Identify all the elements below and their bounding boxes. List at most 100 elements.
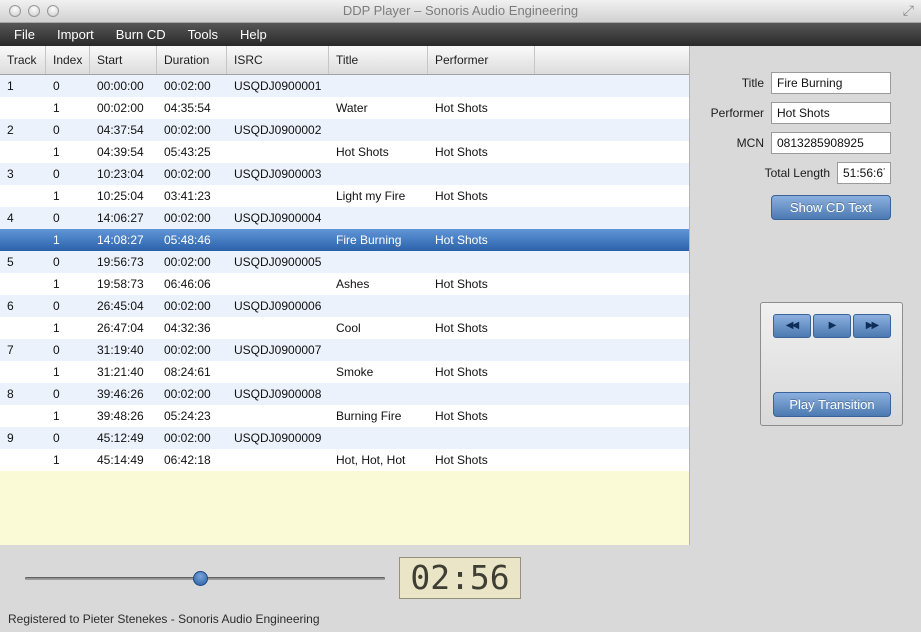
cell-isrc <box>227 229 329 251</box>
column-header-track[interactable]: Track <box>0 46 46 74</box>
total-length-field[interactable] <box>837 162 891 184</box>
minimize-button-icon[interactable] <box>28 5 40 17</box>
play-button[interactable]: ▶ <box>813 314 851 338</box>
track-row[interactable]: 139:48:2605:24:23Burning FireHot Shots <box>0 405 689 427</box>
cell-duration: 05:24:23 <box>157 405 227 427</box>
track-row[interactable]: 6026:45:0400:02:00USQDJ0900006 <box>0 295 689 317</box>
column-header-duration[interactable]: Duration <box>157 46 227 74</box>
cell-index: 1 <box>46 141 90 163</box>
cell-start: 00:00:00 <box>90 75 157 97</box>
cell-duration: 00:02:00 <box>157 427 227 449</box>
cell-duration: 08:24:61 <box>157 361 227 383</box>
cell-title <box>329 207 428 229</box>
cell-index: 1 <box>46 273 90 295</box>
cell-filler <box>535 273 689 295</box>
track-row[interactable]: 8039:46:2600:02:00USQDJ0900008 <box>0 383 689 405</box>
cell-track <box>0 141 46 163</box>
slider-thumb[interactable] <box>193 571 208 586</box>
forward-button[interactable]: ▶▶ <box>853 314 891 338</box>
track-row[interactable]: 7031:19:4000:02:00USQDJ0900007 <box>0 339 689 361</box>
play-transition-button[interactable]: Play Transition <box>773 392 891 417</box>
status-bar: Registered to Pieter Stenekes - Sonoris … <box>0 608 921 632</box>
track-row[interactable]: 119:58:7306:46:06AshesHot Shots <box>0 273 689 295</box>
cell-index: 0 <box>46 75 90 97</box>
cell-performer <box>428 427 535 449</box>
cell-isrc: USQDJ0900005 <box>227 251 329 273</box>
menu-item-burn-cd[interactable]: Burn CD <box>105 23 177 46</box>
menu-item-tools[interactable]: Tools <box>177 23 229 46</box>
track-row[interactable]: 9045:12:4900:02:00USQDJ0900009 <box>0 427 689 449</box>
cell-track <box>0 185 46 207</box>
track-row[interactable]: 131:21:4008:24:61SmokeHot Shots <box>0 361 689 383</box>
track-row[interactable]: 1000:00:0000:02:00USQDJ0900001 <box>0 75 689 97</box>
cell-isrc: USQDJ0900004 <box>227 207 329 229</box>
column-header-title[interactable]: Title <box>329 46 428 74</box>
cell-start: 26:47:04 <box>90 317 157 339</box>
track-row[interactable]: 4014:06:2700:02:00USQDJ0900004 <box>0 207 689 229</box>
cell-performer <box>428 119 535 141</box>
track-row[interactable]: 100:02:0004:35:54WaterHot Shots <box>0 97 689 119</box>
zoom-button-icon[interactable] <box>47 5 59 17</box>
column-header-performer[interactable]: Performer <box>428 46 535 74</box>
track-row[interactable]: 110:25:0403:41:23Light my FireHot Shots <box>0 185 689 207</box>
performer-field[interactable] <box>771 102 891 124</box>
mcn-field-row: MCN <box>700 132 891 154</box>
rewind-button[interactable]: ◀◀ <box>773 314 811 338</box>
cell-title <box>329 295 428 317</box>
cell-duration: 03:41:23 <box>157 185 227 207</box>
mcn-label: MCN <box>737 136 764 150</box>
cell-title <box>329 339 428 361</box>
title-bar: DDP Player – Sonoris Audio Engineering ⤢ <box>0 0 921 23</box>
menu-item-help[interactable]: Help <box>229 23 278 46</box>
seek-slider[interactable] <box>25 571 385 586</box>
close-button-icon[interactable] <box>9 5 21 17</box>
cell-isrc <box>227 405 329 427</box>
track-table: TrackIndexStartDurationISRCTitlePerforme… <box>0 46 690 545</box>
cell-isrc: USQDJ0900001 <box>227 75 329 97</box>
cell-isrc: USQDJ0900002 <box>227 119 329 141</box>
track-row[interactable]: 145:14:4906:42:18Hot, Hot, HotHot Shots <box>0 449 689 471</box>
cell-duration: 04:35:54 <box>157 97 227 119</box>
mcn-field[interactable] <box>771 132 891 154</box>
track-row[interactable]: 5019:56:7300:02:00USQDJ0900005 <box>0 251 689 273</box>
track-row[interactable]: 114:08:2705:48:46Fire BurningHot Shots <box>0 229 689 251</box>
cell-filler <box>535 251 689 273</box>
menu-item-file[interactable]: File <box>3 23 46 46</box>
column-header-start[interactable]: Start <box>90 46 157 74</box>
cell-filler <box>535 163 689 185</box>
cell-filler <box>535 97 689 119</box>
column-header-isrc[interactable]: ISRC <box>227 46 329 74</box>
transport-buttons: ◀◀ ▶ ▶▶ <box>761 314 902 338</box>
time-display: 02:56 <box>399 557 521 599</box>
cell-title <box>329 75 428 97</box>
track-row[interactable]: 2004:37:5400:02:00USQDJ0900002 <box>0 119 689 141</box>
cell-filler <box>535 405 689 427</box>
track-row[interactable]: 3010:23:0400:02:00USQDJ0900003 <box>0 163 689 185</box>
cell-filler <box>535 383 689 405</box>
cell-start: 04:39:54 <box>90 141 157 163</box>
title-field[interactable] <box>771 72 891 94</box>
cell-filler <box>535 427 689 449</box>
cell-filler <box>535 339 689 361</box>
cell-track: 3 <box>0 163 46 185</box>
cell-start: 10:25:04 <box>90 185 157 207</box>
cell-start: 10:23:04 <box>90 163 157 185</box>
resize-icon[interactable]: ⤢ <box>903 2 914 19</box>
track-row[interactable]: 126:47:0404:32:36CoolHot Shots <box>0 317 689 339</box>
menu-item-import[interactable]: Import <box>46 23 105 46</box>
cell-start: 19:58:73 <box>90 273 157 295</box>
cell-performer <box>428 163 535 185</box>
show-cd-text-button[interactable]: Show CD Text <box>771 195 891 220</box>
cell-isrc <box>227 97 329 119</box>
column-header-index[interactable]: Index <box>46 46 90 74</box>
cell-track <box>0 449 46 471</box>
fast-forward-icon: ▶▶ <box>866 320 877 331</box>
cell-performer: Hot Shots <box>428 185 535 207</box>
cell-index: 0 <box>46 207 90 229</box>
table-header: TrackIndexStartDurationISRCTitlePerforme… <box>0 46 689 75</box>
cell-track: 2 <box>0 119 46 141</box>
cell-title: Light my Fire <box>329 185 428 207</box>
track-row[interactable]: 104:39:5405:43:25Hot ShotsHot Shots <box>0 141 689 163</box>
cell-index: 0 <box>46 295 90 317</box>
cell-track <box>0 317 46 339</box>
